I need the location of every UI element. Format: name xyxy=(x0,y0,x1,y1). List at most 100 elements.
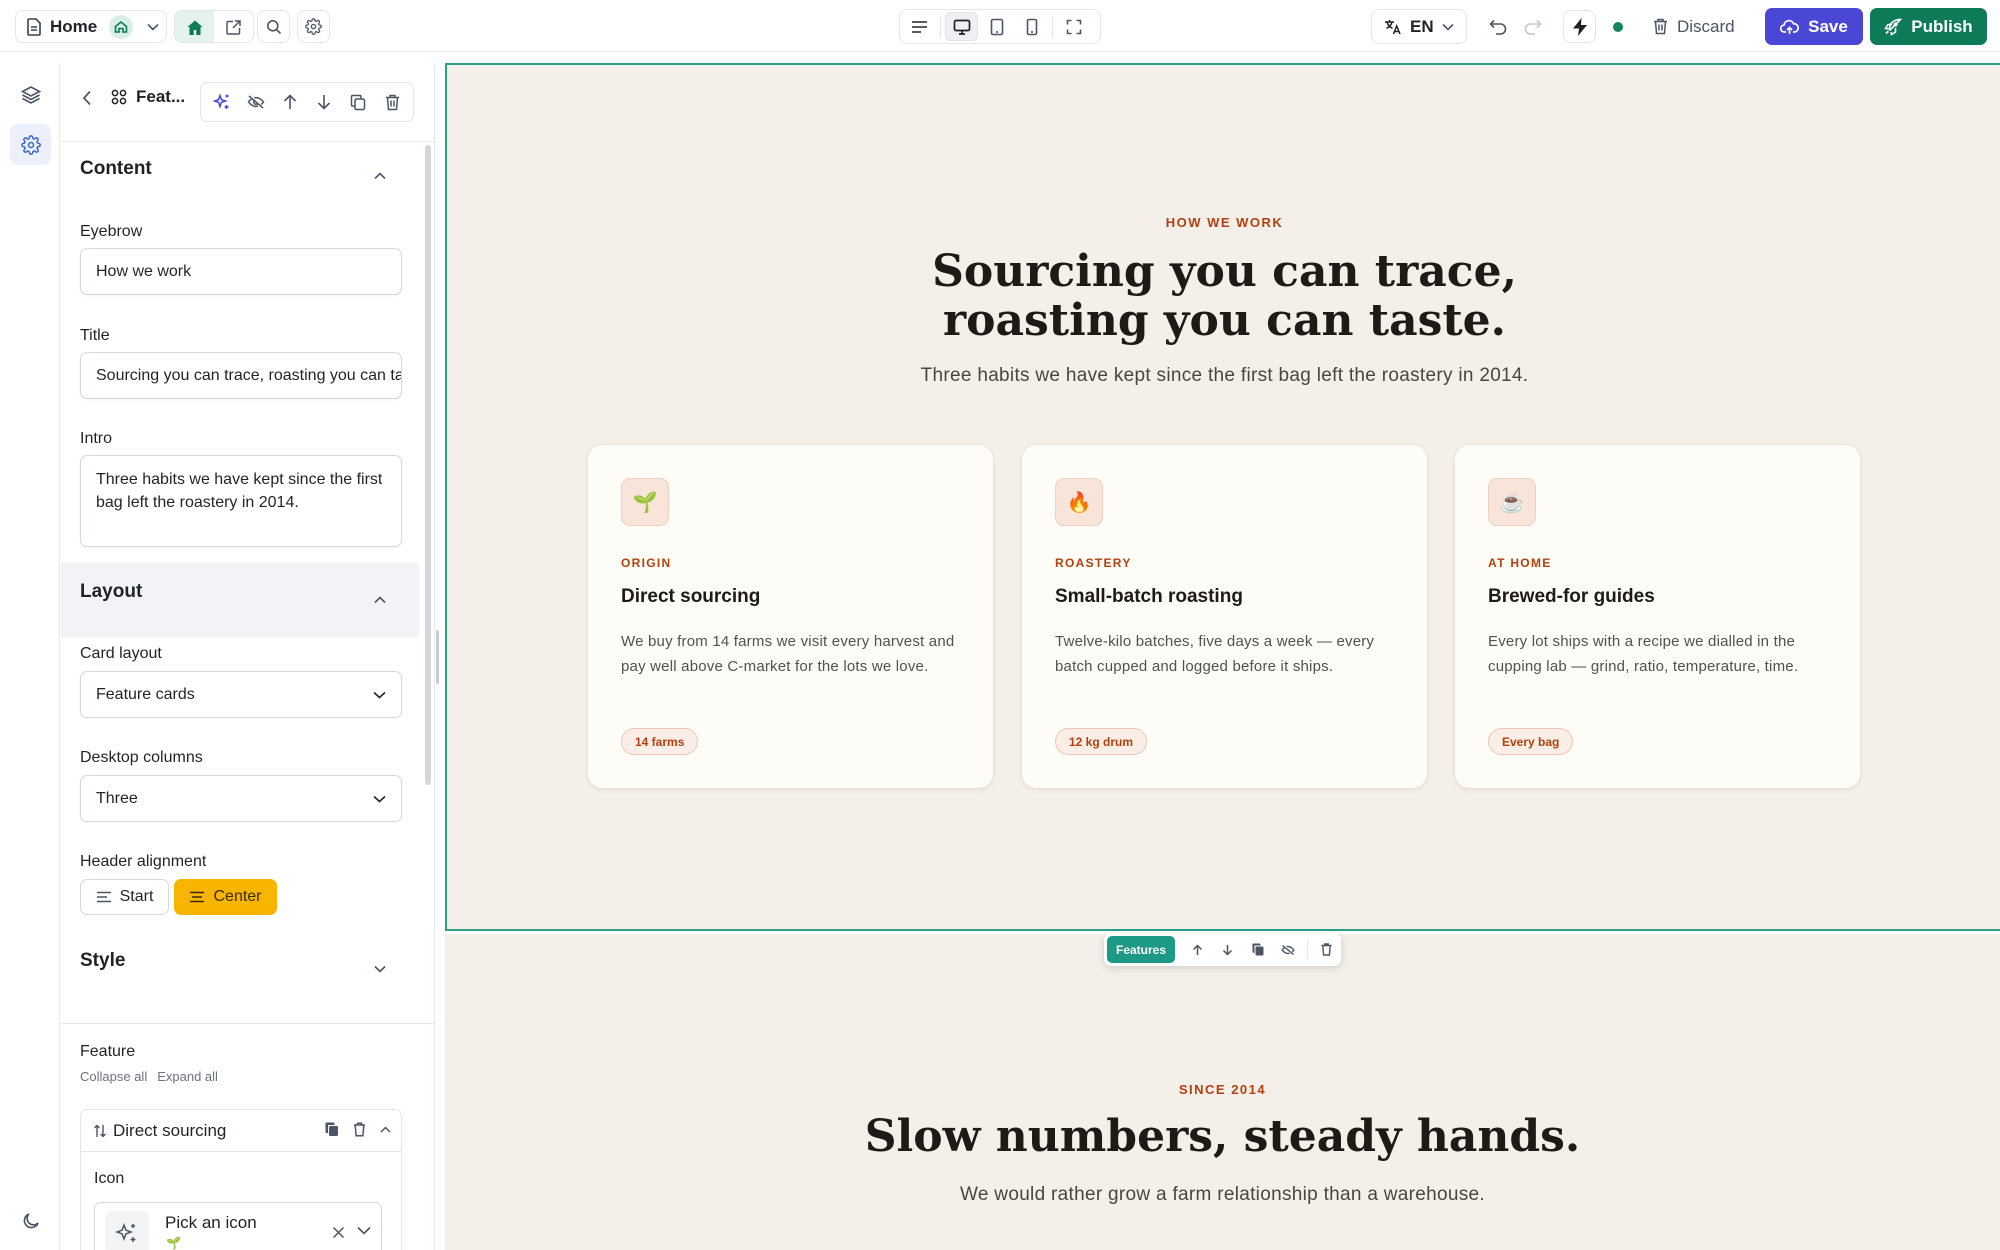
theme-toggle-button[interactable] xyxy=(10,1200,51,1241)
language-selector[interactable]: EN xyxy=(1371,9,1467,44)
chevron-left-icon xyxy=(82,90,92,106)
card-title: Small-batch roasting xyxy=(1055,586,1243,607)
desktop-columns-label: Desktop columns xyxy=(80,749,203,766)
settings-button[interactable] xyxy=(10,124,51,165)
divider xyxy=(61,141,434,142)
chevron-up-icon[interactable] xyxy=(380,1126,391,1133)
undo-button[interactable] xyxy=(1485,14,1511,40)
section-eyebrow: How we work xyxy=(1165,215,1284,230)
chevron-up-icon[interactable] xyxy=(374,172,386,180)
collapse-all-link[interactable]: Collapse all xyxy=(80,1069,147,1084)
arrow-up-icon xyxy=(1192,943,1203,956)
drag-handle-icon[interactable] xyxy=(93,1124,107,1138)
hide-block-button[interactable] xyxy=(239,85,273,119)
text-align-left-icon xyxy=(911,20,928,34)
inspector-panel: Feat... Content Eyebrow How we work Titl… xyxy=(61,63,435,1250)
feature-label: Feature xyxy=(80,1043,136,1060)
block-title-label: Feat... xyxy=(136,87,186,106)
panel-scrollbar[interactable] xyxy=(425,145,431,785)
stats-section[interactable]: Since 2014 Slow numbers, steady hands. W… xyxy=(445,934,2000,1250)
desktop-columns-select[interactable]: Three xyxy=(80,775,402,822)
card-layout-select[interactable]: Feature cards xyxy=(80,671,402,718)
eyebrow-input[interactable]: How we work xyxy=(80,248,402,295)
desktop-view-button[interactable] xyxy=(945,12,978,41)
cloud-upload-icon xyxy=(1780,19,1800,35)
page-settings-button[interactable] xyxy=(297,10,330,43)
duplicate-feature-icon[interactable] xyxy=(325,1122,339,1137)
align-start-button[interactable]: Start xyxy=(80,879,169,915)
align-center-button[interactable]: Center xyxy=(174,879,277,915)
arrow-up-icon xyxy=(283,94,297,110)
move-section-up-button[interactable] xyxy=(1183,936,1211,963)
move-up-button[interactable] xyxy=(273,85,307,119)
panel-resize-handle[interactable] xyxy=(436,630,439,684)
divider xyxy=(1306,940,1308,959)
discard-button[interactable]: Discard xyxy=(1653,10,1735,43)
features-section-selected[interactable]: How we work Sourcing you can trace, roas… xyxy=(445,63,2000,931)
feature-item: Direct sourcing Icon Pick an icon 🌱 xyxy=(80,1109,402,1250)
quick-actions-button[interactable] xyxy=(1563,10,1596,43)
title-input[interactable]: Sourcing you can trace, roasting you can… xyxy=(80,352,402,399)
intro-textarea[interactable]: Three habits we have kept since the firs… xyxy=(80,455,402,547)
card-body: Twelve-kilo batches, five days a week — … xyxy=(1055,633,1375,675)
delete-section-button[interactable] xyxy=(1313,936,1341,963)
trash-icon xyxy=(1653,18,1668,35)
publish-label: Publish xyxy=(1911,16,1973,36)
search-button[interactable] xyxy=(257,10,290,43)
redo-button[interactable] xyxy=(1519,14,1545,40)
desktop-columns-value: Three xyxy=(96,789,138,807)
fullscreen-button[interactable] xyxy=(1057,12,1090,41)
copy-icon xyxy=(350,94,366,111)
layers-icon xyxy=(20,85,41,105)
move-down-button[interactable] xyxy=(307,85,341,119)
open-page-button[interactable] xyxy=(214,11,253,42)
chevron-down-icon[interactable] xyxy=(374,965,386,973)
set-home-button[interactable] xyxy=(175,11,214,42)
duplicate-section-button[interactable] xyxy=(1243,936,1271,963)
chevron-down-icon xyxy=(373,795,386,803)
eyebrow-label: Eyebrow xyxy=(80,223,143,240)
page-selector[interactable]: Home xyxy=(15,10,167,43)
chevron-down-icon[interactable] xyxy=(357,1226,371,1235)
feature-card[interactable]: 🔥 ROASTERY Small-batch roasting Twelve-k… xyxy=(1022,445,1427,788)
section-title-line: roasting you can taste. xyxy=(943,295,1506,346)
home-badge-icon xyxy=(109,14,134,39)
maximize-icon xyxy=(1066,19,1082,35)
layers-button[interactable] xyxy=(10,74,51,115)
publish-button[interactable]: Publish xyxy=(1870,8,1987,45)
tablet-view-button[interactable] xyxy=(980,12,1013,41)
card-badge: Every bag xyxy=(1488,728,1574,755)
rocket-icon xyxy=(1884,18,1903,36)
back-button[interactable] xyxy=(82,90,92,106)
card-body: We buy from 14 farms we visit every harv… xyxy=(621,633,955,675)
duplicate-button[interactable] xyxy=(341,85,375,119)
feature-card[interactable]: 🌱 ORIGIN Direct sourcing We buy from 14 … xyxy=(588,445,993,788)
outline-toggle-button[interactable] xyxy=(903,12,936,41)
card-layout-label: Card layout xyxy=(80,645,162,662)
style-section-header[interactable]: Style xyxy=(80,950,125,972)
move-section-down-button[interactable] xyxy=(1213,936,1241,963)
chevron-down-icon xyxy=(147,23,159,31)
hide-section-button[interactable] xyxy=(1274,936,1302,963)
align-center-label: Center xyxy=(213,888,262,905)
coffee-cup-icon: ☕ xyxy=(1488,478,1536,526)
card-eyebrow: ROASTERY xyxy=(1055,556,1132,570)
status-indicator xyxy=(1613,22,1623,32)
expand-all-link[interactable]: Expand all xyxy=(157,1069,218,1084)
content-section-header[interactable]: Content xyxy=(80,158,152,180)
layout-section-header[interactable]: Layout xyxy=(80,581,142,603)
save-button[interactable]: Save xyxy=(1765,8,1863,45)
ai-assist-button[interactable] xyxy=(205,85,239,119)
icon-picker[interactable]: Pick an icon 🌱 xyxy=(94,1202,382,1250)
section-type-tag[interactable]: Features xyxy=(1107,936,1176,963)
delete-block-button[interactable] xyxy=(375,85,409,119)
icon-picker-title: Pick an icon xyxy=(165,1213,257,1232)
mobile-view-button[interactable] xyxy=(1015,12,1048,41)
chevron-up-icon[interactable] xyxy=(374,596,386,604)
feature-card[interactable]: ☕ AT HOME Brewed-for guides Every lot sh… xyxy=(1455,445,1860,788)
lightning-icon xyxy=(1572,17,1587,36)
eye-off-icon xyxy=(247,94,265,110)
clear-icon-button[interactable] xyxy=(332,1226,345,1239)
delete-feature-icon[interactable] xyxy=(353,1122,366,1137)
trash-icon xyxy=(385,94,400,111)
